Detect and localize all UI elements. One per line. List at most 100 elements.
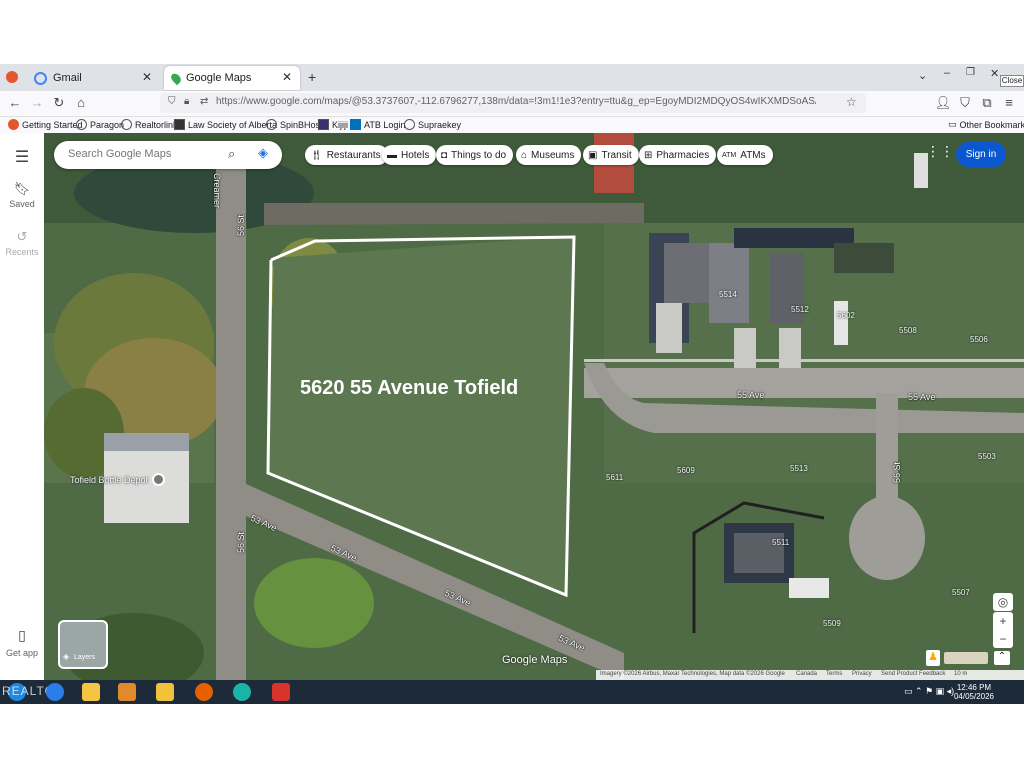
lock-icon[interactable]: 🔒︎ — [184, 96, 189, 107]
search-icon[interactable]: ⌕ — [228, 146, 235, 162]
bookmark-spinbhost[interactable]: SpinBHost — [266, 119, 323, 130]
chip-museums[interactable]: ⌂ Museums — [516, 145, 582, 165]
forward-arrow-icon[interactable]: → — [28, 94, 46, 112]
home-icon[interactable]: ⌂ — [72, 94, 90, 112]
bookmark-star-icon[interactable]: ☆ — [846, 95, 857, 109]
scale-bar-label[interactable]: 10 m — [954, 671, 967, 677]
close-window-button[interactable]: ✕ — [990, 67, 999, 80]
bookmark-paragon[interactable]: Paragon — [76, 119, 124, 130]
firefox-menu-icon[interactable] — [6, 71, 18, 83]
bookmark-law-society[interactable]: Law Society of Alberta — [174, 119, 277, 130]
parcel-number: 5509 — [823, 619, 841, 628]
clock-time: 12:46 PM — [956, 683, 992, 692]
tab-list-chevron-icon[interactable]: ⌄ — [918, 69, 927, 82]
back-arrow-icon[interactable]: ← — [6, 94, 24, 112]
kijiji-icon — [318, 119, 329, 130]
zoom-in-button[interactable]: + — [993, 612, 1013, 630]
street-view-pegman-icon[interactable]: ♟ — [926, 650, 940, 666]
poi-tofield-bottle-depot[interactable]: Tofield Bottle Depot — [70, 473, 166, 486]
browser-tab-bar: Gmail ✕ Google Maps ✕ + ⌄ – ❐ ✕ — [0, 64, 1024, 91]
tab-google-maps[interactable]: Google Maps ✕ — [164, 66, 300, 90]
chip-atms[interactable]: ATM ATMs — [717, 145, 773, 165]
globe-icon — [121, 119, 132, 130]
chip-label: Restaurants — [326, 149, 381, 161]
property-address-label: 5620 55 Avenue Tofield — [300, 377, 519, 399]
footer-terms-link[interactable]: Terms — [826, 671, 842, 677]
layers-button[interactable]: ◈ Layers — [58, 620, 108, 669]
hamburger-menu-icon[interactable]: ☰ — [0, 147, 44, 167]
bookmark-label: ATB Login — [364, 119, 406, 130]
bookmark-atb-login[interactable]: ATB Login — [350, 119, 405, 130]
firefox-icon — [8, 119, 19, 130]
search-box[interactable]: ⌕ ◈ — [54, 141, 282, 169]
imagery-attribution: Imagery ©2026 Airbus, Maxar Technologies… — [600, 671, 785, 677]
ie-icon[interactable] — [46, 683, 64, 701]
my-location-icon[interactable]: ◎ — [993, 593, 1013, 611]
system-tray-icons[interactable]: ▭ ⌃ ⚑ ▣ ◂) — [904, 686, 954, 697]
maps-pin-icon — [169, 71, 183, 85]
chip-hotels[interactable]: ▬ Hotels — [382, 145, 437, 165]
address-bar[interactable]: ⛉ 🔒︎ ⇄ https://www.google.com/maps/@53.3… — [160, 93, 866, 113]
expand-thumbnails-icon[interactable]: ⌃ — [994, 651, 1010, 665]
minimize-window-button[interactable]: – — [944, 67, 950, 79]
directions-icon[interactable]: ◈ — [258, 145, 268, 161]
permissions-icon[interactable]: ⇄ — [200, 96, 208, 107]
footer-canada-link[interactable]: Canada — [796, 671, 817, 677]
parcel-number: 5512 — [791, 305, 809, 314]
file-explorer-icon[interactable] — [82, 683, 100, 701]
reload-icon[interactable]: ↻ — [50, 94, 68, 112]
sign-in-button[interactable]: Sign in — [956, 142, 1006, 167]
close-tab-icon[interactable]: ✕ — [282, 70, 292, 84]
close-tab-icon[interactable]: ✕ — [142, 70, 152, 84]
satellite-map[interactable]: Creamer 56 St 56 St 56 St 55 Ave 55 Ave … — [44, 133, 1024, 680]
footer-feedback-link[interactable]: Send Product Feedback — [881, 671, 945, 677]
chip-restaurants[interactable]: 🍴︎ Restaurants — [305, 145, 388, 165]
globe-icon — [404, 119, 415, 130]
account-icon[interactable]: 👤︎ — [934, 94, 952, 112]
bookmark-kijiji[interactable]: Kijiji — [318, 119, 348, 130]
bookmark-label: SpinBHost — [280, 119, 323, 130]
globe-icon — [76, 119, 87, 130]
museum-icon: ⌂ — [521, 149, 528, 161]
chip-things-to-do[interactable]: ◘ Things to do — [436, 145, 514, 165]
history-icon: ↺ — [16, 229, 28, 244]
shield-icon[interactable]: ⛉ — [168, 96, 176, 107]
apps-grid-icon[interactable]: ⋮⋮ — [926, 143, 954, 160]
bookmark-label: Kijiji — [332, 119, 349, 130]
maps-left-rail: ☰ 🔖︎ Saved ↺ Recents ▯ Get app — [0, 133, 45, 680]
bookmark-realtorlink[interactable]: Realtorlink — [121, 119, 178, 130]
zoom-out-button[interactable]: − — [993, 630, 1013, 648]
chip-label: Things to do — [451, 149, 507, 161]
layers-label: Layers — [74, 654, 96, 661]
other-bookmarks[interactable]: ▭ Other Bookmarks — [948, 119, 1024, 130]
street-view-thumbnails[interactable] — [944, 652, 988, 664]
edge-icon[interactable] — [233, 683, 251, 701]
saved-button[interactable]: 🔖︎ Saved — [0, 181, 44, 209]
bookmark-getting-started[interactable]: Getting Started — [8, 119, 83, 130]
bookmark-label: Supraekey — [418, 119, 462, 130]
clock-date: 04/05/2026 — [953, 692, 994, 701]
footer-privacy-link[interactable]: Privacy — [852, 671, 872, 677]
maximize-window-button[interactable]: ❐ — [966, 67, 975, 78]
transit-icon: ▣ — [588, 149, 598, 161]
chip-pharmacies[interactable]: ⊞ Pharmacies — [639, 145, 717, 165]
firefox-icon[interactable] — [195, 683, 213, 701]
recents-button[interactable]: ↺ Recents — [0, 229, 44, 257]
chip-label: Hotels — [401, 149, 430, 161]
street-label-creamery: Creamer — [212, 173, 222, 209]
extensions-icon[interactable]: ⧉ — [978, 94, 996, 112]
parcel-number: 5514 — [719, 290, 737, 299]
menu-icon[interactable]: ≡ — [1000, 94, 1018, 112]
tab-gmail[interactable]: Gmail ✕ — [28, 66, 160, 90]
bookmark-supraekey[interactable]: Supraekey — [404, 119, 461, 130]
street-label-55-ave-east: 55 Ave — [908, 392, 936, 402]
pocket-icon[interactable]: ⛉ — [956, 94, 974, 112]
mail-icon[interactable] — [156, 683, 174, 701]
snipping-tool-icon[interactable] — [272, 683, 290, 701]
search-input[interactable] — [66, 147, 220, 161]
new-tab-button[interactable]: + — [308, 69, 316, 85]
taskbar-clock[interactable]: 12:46 PM 04/05/2026 — [954, 683, 994, 701]
chip-transit[interactable]: ▣ Transit — [583, 145, 639, 165]
media-player-icon[interactable] — [118, 683, 136, 701]
get-app-button[interactable]: ▯ Get app — [0, 627, 44, 658]
